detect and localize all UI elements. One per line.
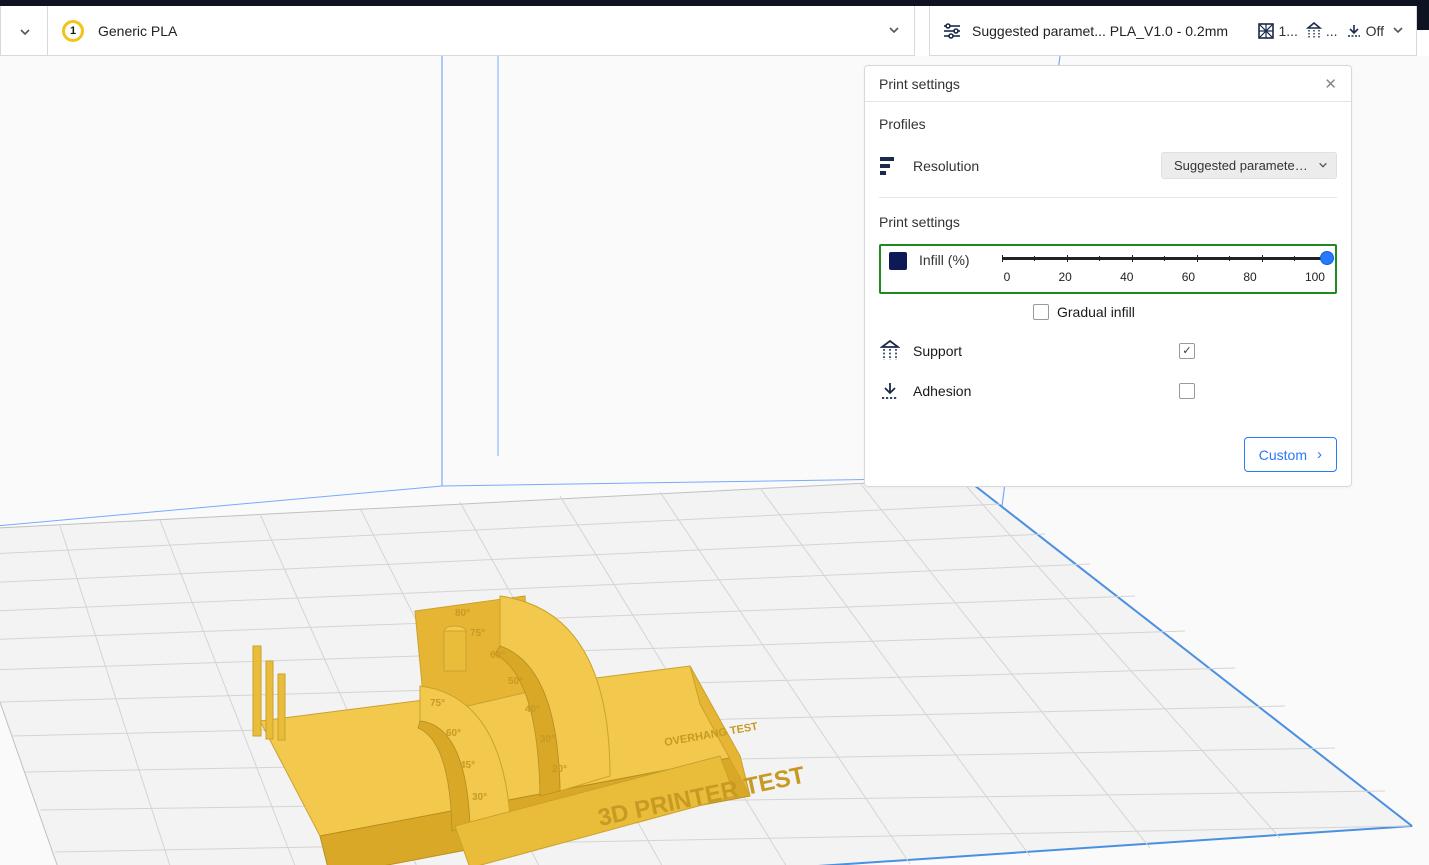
tick-label: 20 (1059, 270, 1072, 284)
chevron-right-icon: › (1317, 446, 1322, 463)
tick-label: 40 (1120, 270, 1133, 284)
print-settings-section-title: Print settings (879, 214, 1337, 230)
material-label: Generic PLA (98, 23, 177, 39)
infill-chip-value: 1... (1278, 23, 1297, 39)
adhesion-label: Adhesion (913, 383, 971, 399)
tick-label: 60 (1182, 270, 1195, 284)
material-selector[interactable]: 1 Generic PLA (48, 6, 915, 56)
support-chip: ... (1306, 22, 1338, 40)
profiles-section-title: Profiles (879, 116, 1337, 132)
angle-mark: 20° (552, 764, 567, 775)
close-icon[interactable]: ✕ (1324, 75, 1337, 93)
spacer (915, 6, 929, 56)
chevron-down-icon (1392, 23, 1404, 39)
panel-header: Print settings ✕ (865, 66, 1351, 102)
support-row: Support (879, 326, 1337, 376)
angle-mark: 75° (430, 698, 445, 709)
tick-label: 100 (1305, 270, 1325, 284)
panel-footer: Custom › (865, 424, 1351, 486)
extruder-number: 1 (70, 25, 76, 37)
resolution-value: Suggested parameters fo... (1174, 158, 1312, 173)
support-checkbox[interactable] (1179, 343, 1195, 359)
adhesion-checkbox[interactable] (1179, 383, 1195, 399)
angle-mark: 50° (508, 676, 523, 687)
infill-chip: 1... (1258, 23, 1297, 39)
profile-summary-chips: 1... ... Off (1258, 22, 1404, 40)
support-chip-value: ... (1326, 23, 1338, 39)
resolution-row: Resolution Suggested parameters fo... (879, 146, 1337, 185)
angle-mark: 45° (460, 760, 475, 771)
support-icon (879, 340, 901, 362)
infill-slider[interactable] (1002, 252, 1327, 266)
angle-mark: 30° (540, 734, 555, 745)
resolution-label: Resolution (913, 158, 979, 174)
angle-mark: 60° (446, 728, 461, 739)
support-label: Support (913, 343, 962, 359)
chevron-down-icon (1318, 158, 1328, 173)
infill-icon (889, 252, 907, 270)
tick-label: 80 (1243, 270, 1256, 284)
chevron-down-icon (19, 26, 29, 36)
angle-mark: 30° (472, 792, 487, 803)
adhesion-chip-value: Off (1366, 23, 1384, 39)
gradual-infill-checkbox[interactable] (1033, 304, 1049, 320)
divider (879, 197, 1337, 198)
sliders-icon (942, 21, 962, 41)
adhesion-icon (879, 380, 901, 402)
angle-mark: 80° (455, 608, 470, 619)
adhesion-row: Adhesion (879, 376, 1337, 416)
infill-label: Infill (%) (919, 252, 970, 268)
adhesion-chip: Off (1346, 23, 1384, 39)
support-icon (1306, 22, 1322, 40)
profile-name: Suggested paramet... PLA_V1.0 - 0.2mm (972, 23, 1228, 39)
infill-icon (1258, 23, 1274, 39)
panel-title: Print settings (879, 76, 960, 92)
resolution-dropdown[interactable]: Suggested parameters fo... (1161, 152, 1337, 179)
custom-button-label: Custom (1259, 447, 1307, 463)
tick-label: 0 (1004, 270, 1011, 284)
gradual-infill-label: Gradual infill (1057, 304, 1135, 320)
custom-button[interactable]: Custom › (1244, 437, 1337, 472)
chevron-down-icon (888, 23, 900, 39)
angle-mark: 75° (470, 628, 485, 639)
print-profile-selector[interactable]: Suggested paramet... PLA_V1.0 - 0.2mm 1.… (929, 6, 1417, 56)
infill-slider-knob[interactable] (1320, 251, 1334, 265)
angle-mark: 60° (490, 650, 505, 661)
top-toolbar: 1 Generic PLA Suggested paramet... PLA_V… (0, 6, 1429, 56)
resolution-icon (879, 155, 901, 177)
infill-row-highlighted: Infill (%) 0 (879, 244, 1337, 294)
adhesion-icon (1346, 23, 1362, 39)
infill-slider-ticks: 0 20 40 60 80 100 (1002, 270, 1327, 284)
extruder-badge: 1 (62, 20, 84, 42)
angle-mark: 40° (525, 704, 540, 715)
print-settings-panel: Print settings ✕ Profiles Resolution Sug… (864, 65, 1352, 487)
extruder-menu-toggle[interactable] (0, 6, 48, 56)
gradual-infill-row: Gradual infill (1033, 294, 1337, 326)
